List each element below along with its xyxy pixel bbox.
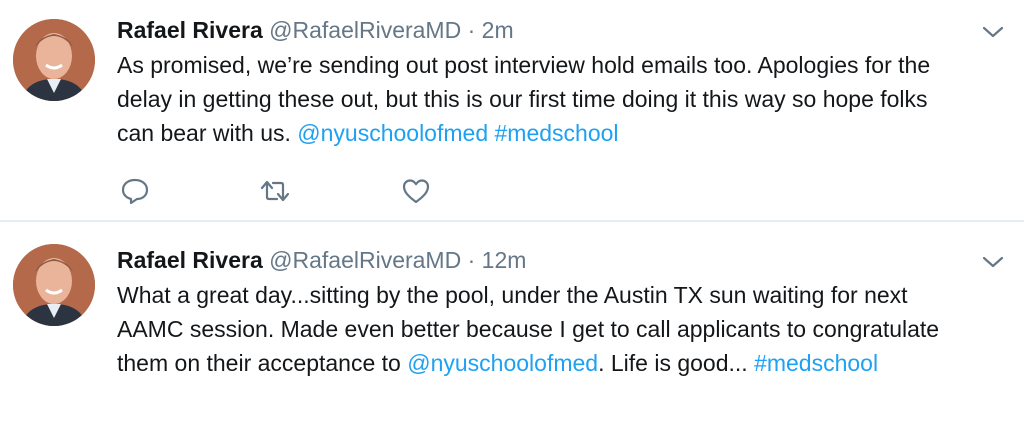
avatar[interactable] bbox=[13, 244, 95, 326]
author-name[interactable]: Rafael Rivera bbox=[117, 247, 263, 273]
author-name[interactable]: Rafael Rivera bbox=[117, 17, 263, 43]
timestamp[interactable]: 12m bbox=[482, 247, 527, 273]
tweet-text: As promised, we’re sending out post inte… bbox=[117, 48, 964, 150]
tweet[interactable]: Rafael Rivera @RafaelRiveraMD · 12m What… bbox=[0, 222, 1024, 423]
separator-dot: · bbox=[467, 247, 476, 273]
separator-dot: · bbox=[467, 17, 476, 43]
tweet[interactable]: Rafael Rivera @RafaelRiveraMD · 2m As pr… bbox=[0, 0, 1024, 222]
tweet-text-segment: . Life is good... bbox=[598, 350, 755, 376]
avatar[interactable] bbox=[13, 19, 95, 101]
reply-icon[interactable] bbox=[119, 175, 151, 207]
hashtag-link[interactable]: #medschool bbox=[495, 120, 619, 146]
tweet-text: What a great day...sitting by the pool, … bbox=[117, 278, 964, 380]
chevron-down-icon[interactable] bbox=[982, 24, 1004, 40]
hashtag-link[interactable]: #medschool bbox=[754, 350, 878, 376]
retweet-icon[interactable] bbox=[259, 175, 291, 207]
chevron-down-icon[interactable] bbox=[982, 254, 1004, 270]
tweet-header: Rafael Rivera @RafaelRiveraMD · 2m bbox=[117, 14, 964, 46]
author-handle[interactable]: @RafaelRiveraMD bbox=[269, 17, 461, 43]
timestamp[interactable]: 2m bbox=[482, 17, 514, 43]
mention-link[interactable]: @nyuschoolofmed bbox=[297, 120, 488, 146]
author-handle[interactable]: @RafaelRiveraMD bbox=[269, 247, 461, 273]
tweet-content: Rafael Rivera @RafaelRiveraMD · 12m What… bbox=[117, 244, 964, 380]
tweet-content: Rafael Rivera @RafaelRiveraMD · 2m As pr… bbox=[117, 14, 964, 150]
mention-link[interactable]: @nyuschoolofmed bbox=[407, 350, 598, 376]
tweet-header: Rafael Rivera @RafaelRiveraMD · 12m bbox=[117, 244, 964, 276]
like-icon[interactable] bbox=[400, 175, 432, 207]
tweet-actions bbox=[117, 175, 457, 207]
